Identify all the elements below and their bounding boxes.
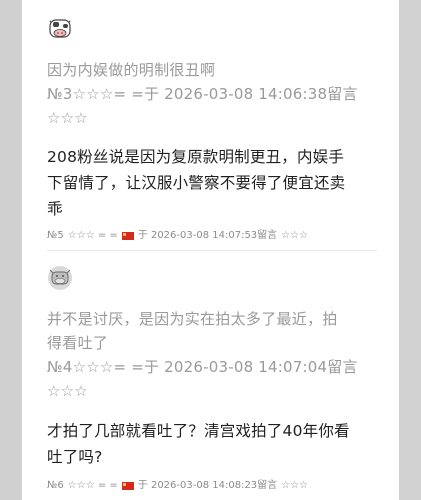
- reply-meta: №6 ☆☆☆ = = 于 2026-03-08 14:08:23留言 ☆☆☆: [47, 478, 377, 494]
- comment-card: 因为内娱做的明制很丑啊 №3☆☆☆= =于 2026-03-08 14:06:3…: [22, 0, 399, 500]
- reply-line: 乖: [47, 200, 63, 218]
- quote-meta-stars: ☆☆☆: [47, 382, 88, 400]
- reply-number: №6: [47, 480, 64, 491]
- reply-stars-before: ☆☆☆ = =: [67, 480, 118, 491]
- quote-text-line: 并不是讨厌，是因为实在拍太多了最近，拍: [47, 310, 338, 328]
- cow-avatar-icon[interactable]: [47, 265, 73, 291]
- avatar-wrapper: [47, 265, 377, 291]
- reply-line: 208粉丝说是因为复原款明制更丑，内娱手: [47, 148, 345, 166]
- cn-flag-icon: [121, 482, 134, 490]
- quoted-comment: 并不是讨厌，是因为实在拍太多了最近，拍 得看吐了 №4☆☆☆= =于 2026-…: [47, 307, 377, 403]
- quoted-comment: 因为内娱做的明制很丑啊 №3☆☆☆= =于 2026-03-08 14:06:3…: [47, 58, 377, 130]
- quote-text: 因为内娱做的明制很丑啊: [47, 61, 216, 79]
- reply-meta: №5 ☆☆☆ = = 于 2026-03-08 14:07:53留言 ☆☆☆: [47, 228, 377, 244]
- right-edge: [399, 0, 421, 500]
- reply-line: 吐了吗?: [47, 448, 103, 466]
- reply-stars-after: ☆☆☆: [281, 230, 309, 241]
- quote-text-line: 得看吐了: [47, 334, 109, 352]
- quote-meta: №3☆☆☆= =于 2026-03-08 14:06:38留言: [47, 85, 358, 103]
- reply-text: 208粉丝说是因为复原款明制更丑，内娱手 下留情了，让汉服小警察不要得了便宜还卖…: [47, 144, 377, 222]
- screen: 因为内娱做的明制很丑啊 №3☆☆☆= =于 2026-03-08 14:06:3…: [0, 0, 421, 500]
- reply-stars-before: ☆☆☆ = =: [67, 230, 118, 241]
- reply-timestamp: 于 2026-03-08 14:08:23留言: [137, 480, 278, 491]
- reply-line: 下留情了，让汉服小警察不要得了便宜还卖: [47, 174, 346, 192]
- cn-flag-icon: [121, 232, 134, 240]
- reply-timestamp: 于 2026-03-08 14:07:53留言: [137, 230, 278, 241]
- reply-number: №5: [47, 230, 64, 241]
- divider: [47, 250, 377, 251]
- left-edge: [0, 0, 22, 500]
- cow-avatar-icon[interactable]: [47, 16, 73, 42]
- quote-meta-stars: ☆☆☆: [47, 109, 88, 127]
- reply-stars-after: ☆☆☆: [281, 480, 309, 491]
- reply-line: 才拍了几部就看吐了？清宫戏拍了40年你看: [47, 422, 350, 440]
- reply-text: 才拍了几部就看吐了？清宫戏拍了40年你看 吐了吗?: [47, 418, 377, 470]
- quote-meta: №4☆☆☆= =于 2026-03-08 14:07:04留言: [47, 358, 358, 376]
- avatar-wrapper: [47, 16, 377, 42]
